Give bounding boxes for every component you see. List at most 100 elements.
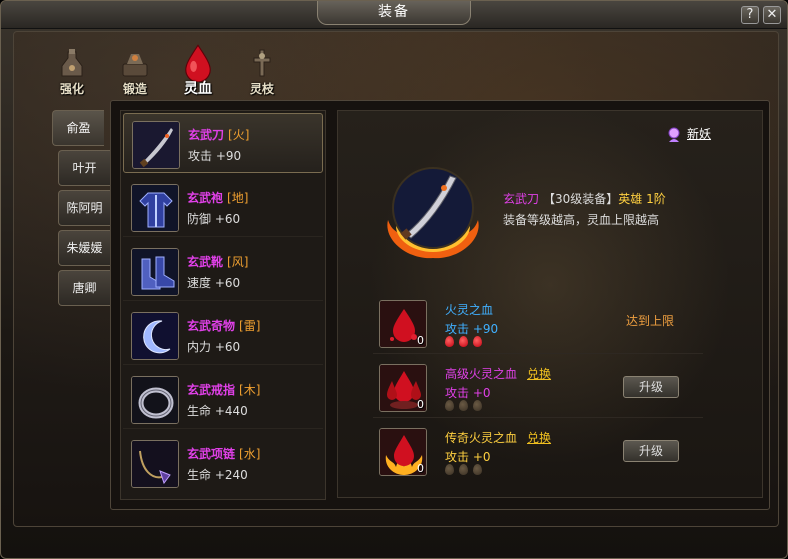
equipment-item[interactable]: 玄武刀 [火] 攻击 +90: [123, 113, 323, 173]
blood-name: 火灵之血: [445, 301, 493, 318]
item-stat: 生命 +440: [187, 404, 248, 418]
equipment-item[interactable]: 玄武袍 [地] 防御 +60: [123, 177, 323, 237]
blood-row: 0 高级火灵之血 兑换 攻击 +0 升级: [373, 358, 703, 418]
boots-icon: [131, 248, 179, 296]
detail-item-name: 玄武刀: [503, 192, 540, 206]
item-name-text: 玄武奇物: [187, 319, 236, 333]
blood-name-text: 高级火灵之血: [445, 367, 518, 381]
item-element: [风]: [227, 255, 249, 269]
item-name: 玄武刀 [火]: [188, 126, 249, 143]
detail-level: 【30级装备】: [543, 192, 619, 206]
equipment-item[interactable]: 玄武项链 [水] 生命 +240: [123, 433, 323, 493]
blood-stat: 攻击 +0: [445, 450, 491, 464]
title-bar[interactable]: 装备 ? ✕: [1, 1, 787, 29]
ring-icon: [131, 376, 179, 424]
item-name: 玄武靴 [风]: [187, 253, 248, 270]
item-name-text: 玄武戒指: [187, 383, 236, 397]
equipment-item[interactable]: 玄武靴 [风] 速度 +60: [123, 241, 323, 301]
max-level-status: 达到上限: [626, 314, 675, 328]
blood-row: 0 火灵之血 攻击 +90 达到上限: [373, 294, 703, 354]
blood-count: 0: [417, 398, 424, 411]
blade-icon: [132, 121, 180, 169]
blood-drop-icon: [459, 336, 468, 347]
blood-drops: [445, 336, 487, 350]
blood-stat: 攻击 +0: [445, 386, 491, 400]
item-element: [火]: [228, 128, 250, 142]
item-stat: 内力 +60: [187, 340, 241, 354]
close-button[interactable]: ✕: [763, 6, 781, 24]
help-button[interactable]: ?: [741, 6, 759, 24]
window-title: 装备: [317, 1, 471, 25]
tab-label: 强化: [59, 82, 84, 96]
newbie-link[interactable]: 新妖: [665, 125, 711, 144]
tab-forge[interactable]: 锻造: [109, 46, 161, 98]
item-stat: 速度 +60: [187, 276, 241, 290]
equipment-list: 玄武刀 [火] 攻击 +90 玄武袍 [地] 防御 +60 玄武靴 [风] 速度 +6…: [120, 110, 326, 500]
item-element: [木]: [239, 383, 261, 397]
item-element: [水]: [239, 447, 261, 461]
forge-icon: [122, 54, 148, 77]
item-name-text: 玄武袍: [187, 191, 224, 205]
blood-stat: 攻击 +90: [445, 322, 499, 336]
equipment-item[interactable]: 玄武戒指 [木] 生命 +440: [123, 369, 323, 429]
blood-drops: [445, 464, 487, 478]
blood-count: 0: [417, 334, 424, 347]
item-name-text: 玄武靴: [187, 255, 224, 269]
blood-name-text: 火灵之血: [445, 303, 494, 317]
blood-drop-icon: [445, 400, 454, 411]
item-name: 玄武奇物 [雷]: [187, 317, 260, 334]
item-stat: 生命 +240: [187, 468, 248, 482]
necklace-icon: [131, 440, 179, 488]
blood-drops: [445, 400, 487, 414]
character-tab-yekai[interactable]: 叶开: [58, 150, 110, 186]
item-name: 玄武戒指 [木]: [187, 381, 260, 398]
exchange-link[interactable]: 兑换: [527, 431, 551, 445]
crescent-charm-icon: [131, 312, 179, 360]
strengthen-icon: [61, 49, 83, 77]
blood-drop-icon: [473, 400, 482, 411]
detail-grade: 英雄 1阶: [618, 192, 666, 206]
newbie-icon: [668, 127, 680, 142]
exchange-link[interactable]: 兑换: [527, 367, 551, 381]
tab-spirit-branch[interactable]: 灵枝: [236, 46, 288, 98]
item-stat: 攻击 +90: [188, 149, 242, 163]
item-name: 玄武项链 [水]: [187, 445, 260, 462]
tab-spirit-blood[interactable]: 灵血: [172, 44, 224, 98]
detail-title: 玄武刀 【30级装备】英雄 1阶: [503, 190, 666, 207]
blood-drop-icon: [459, 464, 468, 475]
item-name: 玄武袍 [地]: [187, 189, 248, 206]
character-tab-zhuyuanyuan[interactable]: 朱媛媛: [58, 230, 110, 266]
item-stat: 防御 +60: [187, 212, 241, 226]
fire-blade-icon: [378, 160, 488, 260]
item-element: [地]: [227, 191, 249, 205]
legendary-fire-blood-icon[interactable]: 0: [379, 428, 427, 476]
newbie-label: 新妖: [687, 127, 712, 141]
advanced-fire-blood-icon[interactable]: 0: [379, 364, 427, 412]
equipment-item[interactable]: 玄武奇物 [雷] 内力 +60: [123, 305, 323, 365]
blood-drop-icon: [445, 336, 454, 347]
blood-drop-icon: [473, 464, 482, 475]
character-tab-yuying[interactable]: 俞盈: [52, 110, 104, 146]
character-tab-chenaming[interactable]: 陈阿明: [58, 190, 110, 226]
blood-drop-icon: [445, 464, 454, 475]
blood-name: 传奇火灵之血 兑换: [445, 429, 551, 446]
robe-icon: [131, 184, 179, 232]
blood-name: 高级火灵之血 兑换: [445, 365, 551, 382]
item-name-text: 玄武项链: [187, 447, 236, 461]
fire-blood-icon[interactable]: 0: [379, 300, 427, 348]
upgrade-button[interactable]: 升级: [623, 376, 679, 398]
upgrade-button[interactable]: 升级: [623, 440, 679, 462]
blood-drop-icon: [459, 400, 468, 411]
blood-name-text: 传奇火灵之血: [445, 431, 518, 445]
blood-drop-icon: [473, 336, 482, 347]
spirit-blood-icon: [185, 44, 211, 82]
tab-label: 灵血: [184, 81, 212, 97]
tab-strengthen[interactable]: 强化: [46, 46, 98, 98]
detail-description: 装备等级越高，灵血上限越高: [503, 213, 660, 227]
tab-label: 锻造: [122, 82, 147, 96]
item-element: [雷]: [239, 319, 261, 333]
item-name-text: 玄武刀: [188, 128, 225, 142]
blood-count: 0: [417, 462, 424, 475]
blood-row: 0 传奇火灵之血 兑换 攻击 +0 升级: [373, 422, 703, 482]
character-tab-tangqing[interactable]: 唐卿: [58, 270, 110, 306]
